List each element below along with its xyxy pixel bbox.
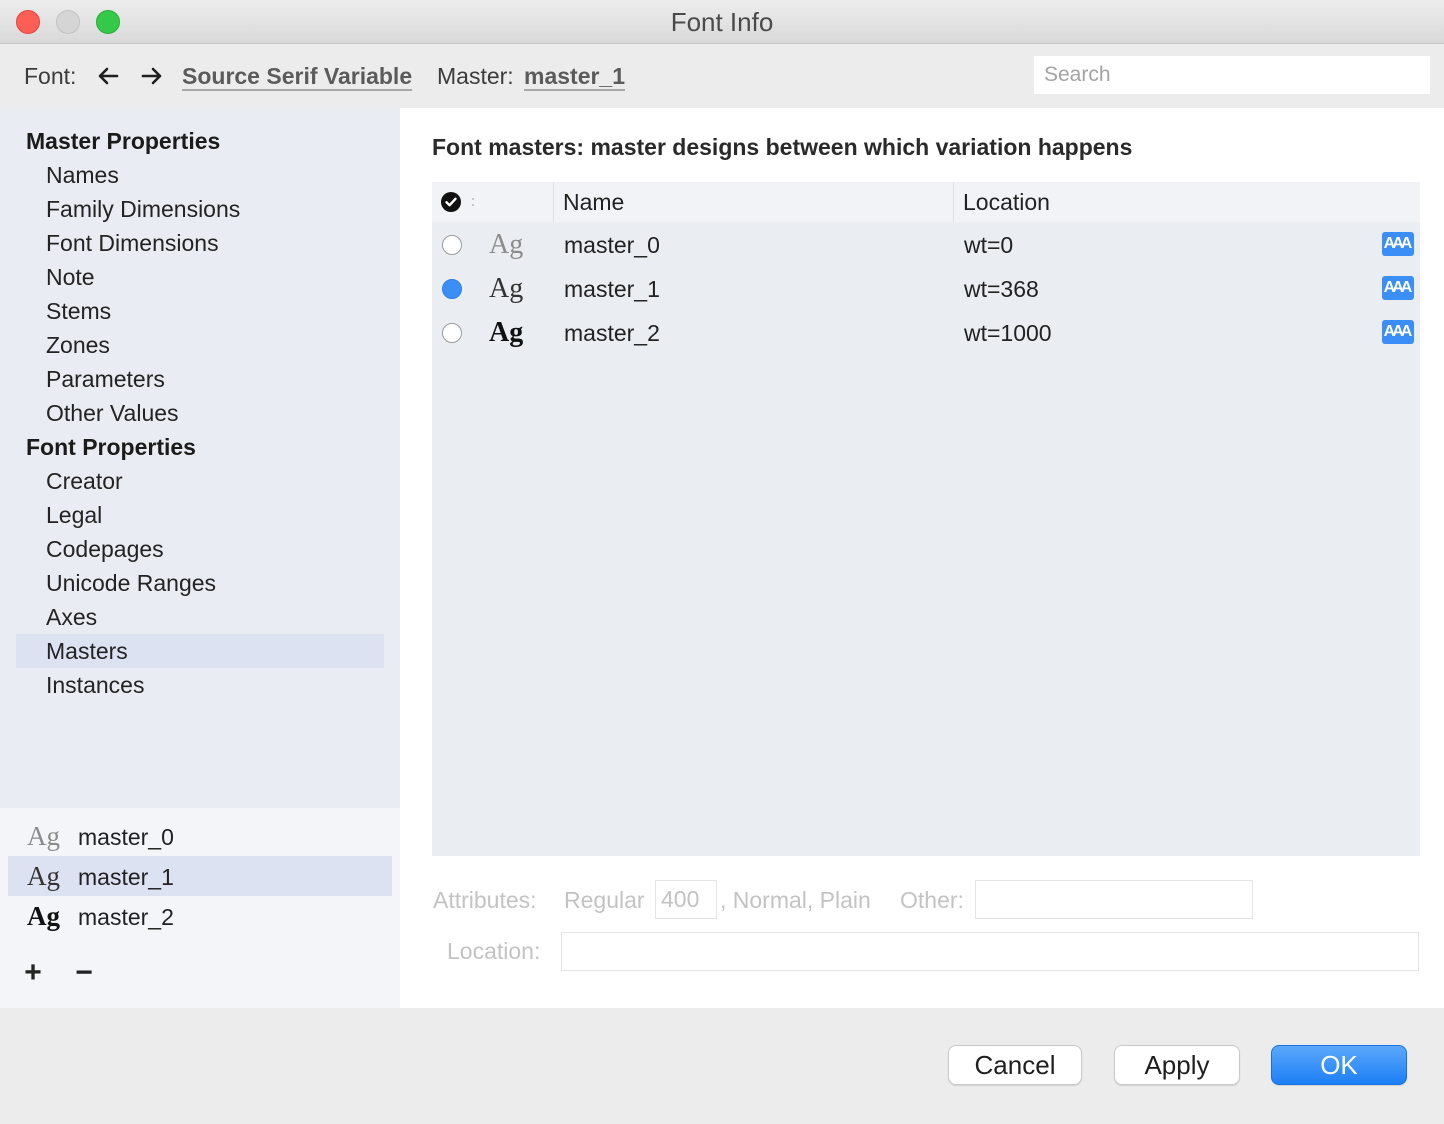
style-attributes-text: , Normal, Plain [720, 887, 871, 913]
sidebar-item-names[interactable]: Names [0, 158, 400, 192]
weight-field[interactable] [655, 880, 717, 919]
master-label: Master: [437, 63, 514, 89]
sidebar-heading-font-properties: Font Properties [26, 434, 196, 460]
sidebar-item-other-values[interactable]: Other Values [0, 396, 400, 430]
master-sample: Ag [489, 317, 524, 348]
glyph-preview-icon[interactable]: AAA [1382, 276, 1414, 300]
sidebar-item-stems[interactable]: Stems [0, 294, 400, 328]
location-label: Location: [447, 938, 541, 964]
font-label: Font: [24, 63, 77, 89]
master-sample: Ag [27, 901, 60, 931]
column-resize-handle[interactable] [472, 204, 474, 206]
active-master-radio[interactable] [442, 235, 462, 255]
other-field[interactable] [975, 880, 1253, 919]
master-name-cell[interactable]: master_1 [564, 267, 660, 311]
sidebar-item-creator[interactable]: Creator [0, 464, 400, 498]
sidebar-item-legal[interactable]: Legal [0, 498, 400, 532]
master-location-cell[interactable]: wt=0 [964, 223, 1013, 267]
sidebar-item-family-dimensions[interactable]: Family Dimensions [0, 192, 400, 226]
master-list-item[interactable]: Ag master_1 [8, 856, 392, 896]
master-sample: Ag [27, 821, 60, 851]
column-header-location[interactable]: Location [963, 182, 1050, 222]
main-panel: Font masters: master designs between whi… [400, 108, 1444, 1008]
width-name-label: Regular [564, 887, 645, 913]
masters-table: Name Location Ag master_0 wt=0 AAA Ag ma… [432, 182, 1420, 856]
sidebar-item-masters[interactable]: Masters [16, 634, 384, 668]
dialog-footer: Cancel Apply OK [0, 1008, 1444, 1124]
search-input[interactable] [1034, 56, 1430, 94]
master-name-link[interactable]: master_1 [524, 44, 625, 108]
cancel-button[interactable]: Cancel [948, 1045, 1082, 1085]
page-title: Font masters: master designs between whi… [432, 134, 1133, 160]
other-label: Other: [900, 887, 964, 913]
table-row[interactable]: Ag master_2 wt=1000 AAA [432, 311, 1420, 355]
sidebar-item-font-dimensions[interactable]: Font Dimensions [0, 226, 400, 260]
sidebar-item-note[interactable]: Note [0, 260, 400, 294]
table-row[interactable]: Ag master_0 wt=0 AAA [432, 223, 1420, 267]
sidebar-item-parameters[interactable]: Parameters [0, 362, 400, 396]
master-name: master_2 [78, 904, 174, 930]
table-header: Name Location [432, 182, 1420, 222]
master-location-cell[interactable]: wt=368 [964, 267, 1039, 311]
sidebar-item-axes[interactable]: Axes [0, 600, 400, 634]
sidebar-list: Master Properties Names Family Dimension… [0, 124, 400, 702]
font-name-link[interactable]: Source Serif Variable [182, 44, 412, 108]
sidebar-item-unicode-ranges[interactable]: Unicode Ranges [0, 566, 400, 600]
master-sample: Ag [27, 861, 60, 891]
check-circle-icon[interactable] [441, 192, 461, 212]
add-master-button[interactable]: + [21, 953, 45, 993]
arrow-right-icon[interactable] [140, 64, 164, 88]
sidebar: Master Properties Names Family Dimension… [0, 108, 400, 808]
master-list-item[interactable]: Ag master_2 [0, 896, 400, 936]
master-list-item[interactable]: Ag master_0 [0, 816, 400, 856]
master-name-cell[interactable]: master_2 [564, 311, 660, 355]
master-list-pane: Ag master_0 Ag master_1 Ag master_2 + − [0, 808, 400, 1008]
sidebar-heading-master-properties: Master Properties [26, 128, 221, 154]
column-divider[interactable] [953, 182, 954, 222]
window-title: Font Info [670, 7, 774, 37]
attributes-label: Attributes: [433, 887, 537, 913]
column-header-name[interactable]: Name [563, 182, 624, 222]
glyph-preview-icon[interactable]: AAA [1382, 232, 1414, 256]
column-resize-handle[interactable] [472, 198, 474, 200]
remove-master-button[interactable]: − [72, 953, 96, 993]
column-divider[interactable] [553, 182, 554, 222]
glyph-preview-icon[interactable]: AAA [1382, 320, 1414, 344]
apply-button[interactable]: Apply [1114, 1045, 1240, 1085]
table-row[interactable]: Ag master_1 wt=368 AAA [432, 267, 1420, 311]
master-sample: Ag [489, 273, 524, 304]
ok-button[interactable]: OK [1271, 1045, 1407, 1085]
master-sample: Ag [489, 229, 524, 260]
active-master-radio[interactable] [442, 323, 462, 343]
toolbar: Font: Source Serif Variable Master: mast… [0, 44, 1444, 108]
master-name: master_1 [78, 864, 174, 890]
arrow-left-icon[interactable] [96, 64, 120, 88]
sidebar-item-instances[interactable]: Instances [0, 668, 400, 702]
sidebar-item-codepages[interactable]: Codepages [0, 532, 400, 566]
master-list-actions: + − [0, 953, 400, 993]
master-name-cell[interactable]: master_0 [564, 223, 660, 267]
master-location-cell[interactable]: wt=1000 [964, 311, 1052, 355]
master-list: Ag master_0 Ag master_1 Ag master_2 [0, 816, 400, 936]
master-name: master_0 [78, 824, 174, 850]
active-master-radio[interactable] [442, 279, 462, 299]
sidebar-item-zones[interactable]: Zones [0, 328, 400, 362]
location-field[interactable] [561, 932, 1419, 971]
